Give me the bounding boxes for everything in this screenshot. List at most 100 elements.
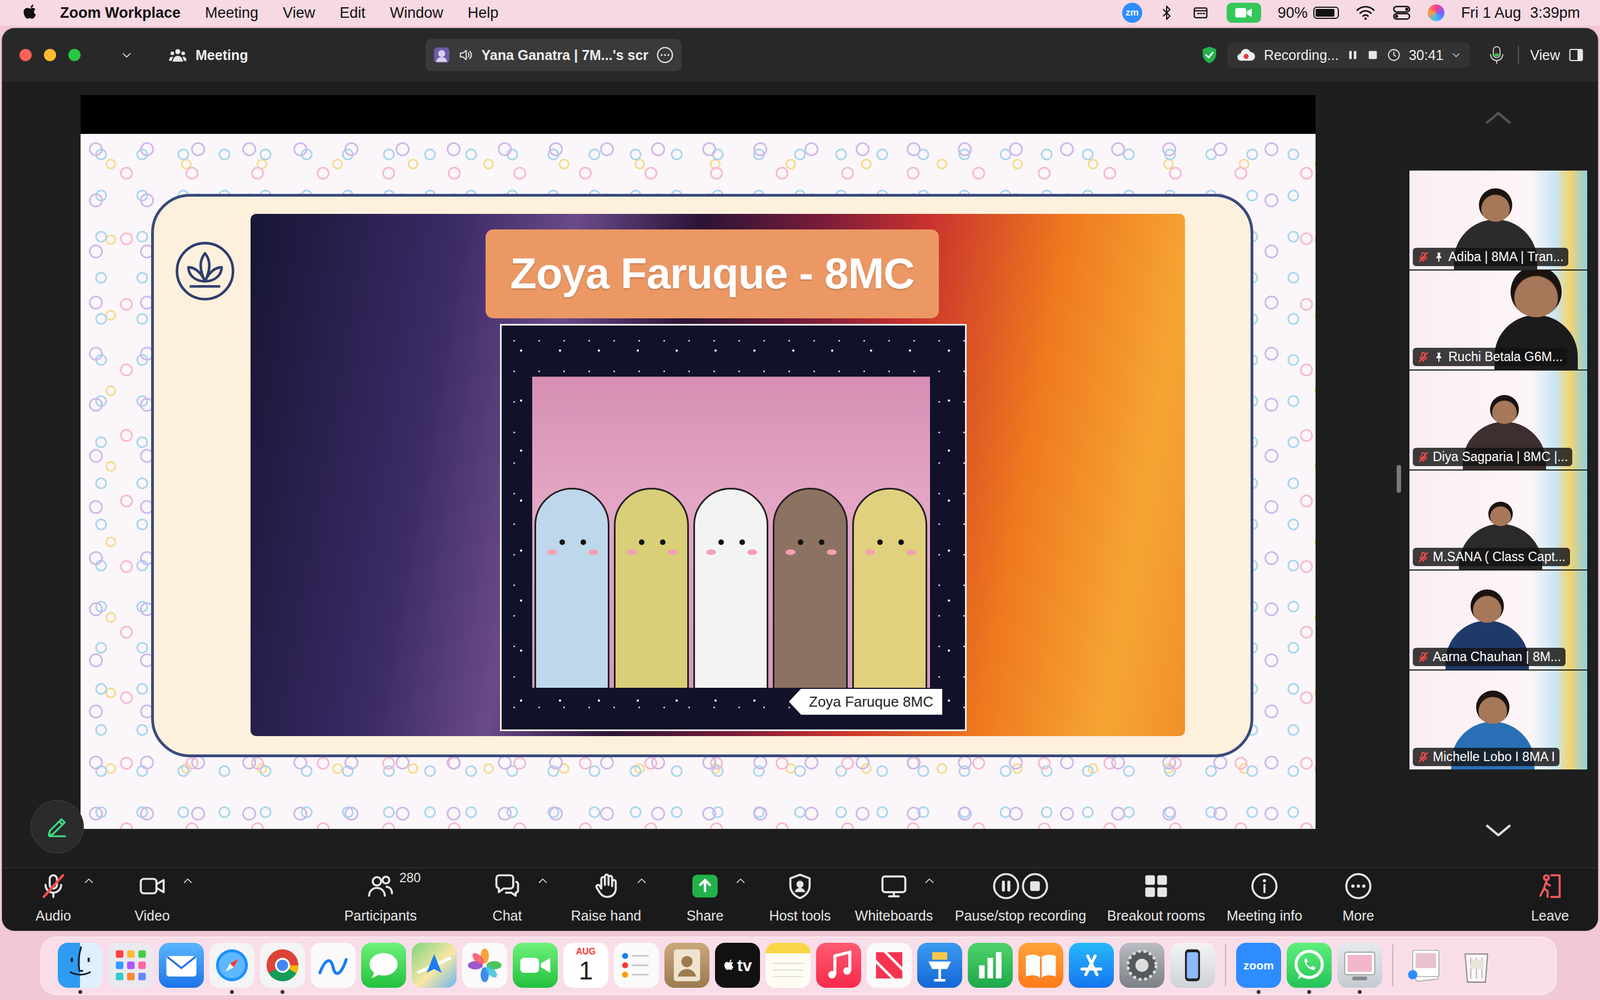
audio-button[interactable]: Audio xyxy=(11,868,95,931)
dock-item[interactable] xyxy=(1068,942,1114,994)
chat-button[interactable]: Chat xyxy=(465,868,549,931)
resize-handle[interactable] xyxy=(1396,465,1402,493)
dock-item[interactable] xyxy=(411,942,457,994)
dock-item[interactable] xyxy=(209,942,255,994)
chevron-up-icon[interactable] xyxy=(536,876,549,885)
finder-app-icon[interactable] xyxy=(57,942,103,988)
settings-app-icon[interactable] xyxy=(1119,942,1165,988)
dock-item[interactable] xyxy=(917,942,963,994)
dock-item[interactable] xyxy=(1453,942,1499,994)
preview-app-icon[interactable] xyxy=(1337,942,1383,988)
options-icon[interactable] xyxy=(656,46,674,64)
menu-item[interactable]: Edit xyxy=(327,4,378,22)
dock-item[interactable] xyxy=(462,942,508,994)
chevron-up-icon[interactable] xyxy=(82,876,95,885)
chevron-up-icon[interactable] xyxy=(181,876,194,885)
tv-app-icon[interactable]: tv xyxy=(715,942,760,988)
dock-item[interactable] xyxy=(613,942,659,994)
screen-share-tab[interactable]: Yana Ganatra | 7M...'s scr xyxy=(425,38,682,72)
dock-item[interactable] xyxy=(108,942,154,994)
info-button[interactable]: Meeting info xyxy=(1220,868,1309,931)
chevron-up-icon[interactable] xyxy=(1481,106,1515,129)
zoom-button[interactable] xyxy=(68,48,81,62)
chevron-down-icon[interactable] xyxy=(120,48,133,62)
zoom-status-badge[interactable]: zm xyxy=(1122,2,1143,23)
news-app-icon[interactable] xyxy=(866,942,912,988)
mail-app-icon[interactable] xyxy=(158,942,204,988)
dock-item[interactable] xyxy=(1119,942,1165,994)
view-button[interactable]: View xyxy=(1530,46,1585,64)
dock-item[interactable] xyxy=(866,942,912,994)
chevron-down-icon[interactable] xyxy=(1481,819,1515,842)
chrome-app-icon[interactable] xyxy=(260,942,305,988)
downloads-app-icon[interactable] xyxy=(1403,942,1449,988)
keynote-app-icon[interactable] xyxy=(917,942,963,988)
chevron-up-icon[interactable] xyxy=(923,876,936,885)
battery-status[interactable]: 90% xyxy=(1277,4,1339,22)
breakout-button[interactable]: Breakout rooms xyxy=(1095,868,1218,931)
dock-item[interactable] xyxy=(1018,942,1064,994)
video-tile[interactable]: M.SANA ( Class Capt... xyxy=(1409,470,1588,570)
display-icon[interactable] xyxy=(1191,4,1210,22)
dock-item[interactable] xyxy=(361,942,407,994)
iphone-app-icon[interactable] xyxy=(1170,942,1215,988)
pause-icon[interactable] xyxy=(1346,48,1359,62)
participants-button[interactable]: 280Participants xyxy=(313,868,448,931)
siri-icon[interactable] xyxy=(1427,4,1445,22)
launchpad-app-icon[interactable] xyxy=(108,942,154,988)
menu-item[interactable]: View xyxy=(270,4,328,22)
security-shield-icon[interactable] xyxy=(1199,45,1220,65)
contacts-app-icon[interactable] xyxy=(664,942,710,988)
dock-item[interactable] xyxy=(1337,942,1383,994)
bluetooth-icon[interactable] xyxy=(1158,3,1175,23)
apple-icon[interactable] xyxy=(22,2,39,23)
maps-app-icon[interactable] xyxy=(411,942,457,988)
close-button[interactable] xyxy=(19,48,32,62)
reminders-app-icon[interactable] xyxy=(613,942,659,988)
dock-item[interactable] xyxy=(1286,942,1332,994)
trash-app-icon[interactable] xyxy=(1453,942,1499,988)
music-app-icon[interactable] xyxy=(816,942,862,988)
app-menu[interactable]: Zoom Workplace xyxy=(47,4,193,22)
share-button[interactable]: Share xyxy=(663,868,747,931)
dock-item[interactable]: tv xyxy=(715,942,760,994)
annotate-button[interactable] xyxy=(30,800,84,854)
minimize-button[interactable] xyxy=(43,48,57,62)
host-tools-button[interactable]: Host tools xyxy=(755,868,845,931)
stop-icon[interactable] xyxy=(1366,48,1379,62)
facetime-app-icon[interactable] xyxy=(512,942,558,988)
chevron-up-icon[interactable] xyxy=(635,876,648,885)
video-tile[interactable]: Ruchi Betala G6M... xyxy=(1409,270,1588,370)
dock-item[interactable] xyxy=(1170,942,1215,994)
chevron-down-icon[interactable] xyxy=(1451,50,1462,60)
dock-item[interactable] xyxy=(967,942,1013,994)
dock-item[interactable] xyxy=(1403,942,1449,994)
meeting-tab[interactable]: Meeting xyxy=(167,45,248,65)
microphone-icon[interactable] xyxy=(1486,45,1507,65)
menu-item[interactable]: Help xyxy=(455,4,512,22)
messages-app-icon[interactable] xyxy=(361,942,407,988)
safari-app-icon[interactable] xyxy=(209,942,255,988)
dock-item[interactable]: zoom xyxy=(1236,942,1282,994)
menu-item[interactable]: Meeting xyxy=(192,4,271,22)
dock-item[interactable]: AUG1 xyxy=(563,942,609,994)
dock-item[interactable] xyxy=(512,942,558,994)
appstore-app-icon[interactable] xyxy=(1068,942,1114,988)
calendar-app-icon[interactable]: AUG1 xyxy=(563,942,609,988)
books-app-icon[interactable] xyxy=(1018,942,1064,988)
chevron-up-icon[interactable] xyxy=(734,876,747,885)
leave-button[interactable]: Leave xyxy=(1508,868,1592,931)
video-tile[interactable]: Michelle Lobo I 8MA I xyxy=(1409,670,1588,770)
dock-item[interactable] xyxy=(57,942,103,994)
more-button[interactable]: More xyxy=(1316,868,1400,931)
raise-hand-button[interactable]: Raise hand xyxy=(558,868,654,931)
dock-item[interactable] xyxy=(310,942,356,994)
zoom-app-icon[interactable]: zoom xyxy=(1236,942,1282,988)
dock-item[interactable] xyxy=(260,942,305,994)
menu-item[interactable]: Window xyxy=(377,4,456,22)
photos-app-icon[interactable] xyxy=(462,942,508,988)
freeform-app-icon[interactable] xyxy=(310,942,356,988)
control-center-icon[interactable] xyxy=(1392,4,1412,22)
notes-app-icon[interactable] xyxy=(765,942,811,988)
wifi-icon[interactable] xyxy=(1355,4,1376,22)
